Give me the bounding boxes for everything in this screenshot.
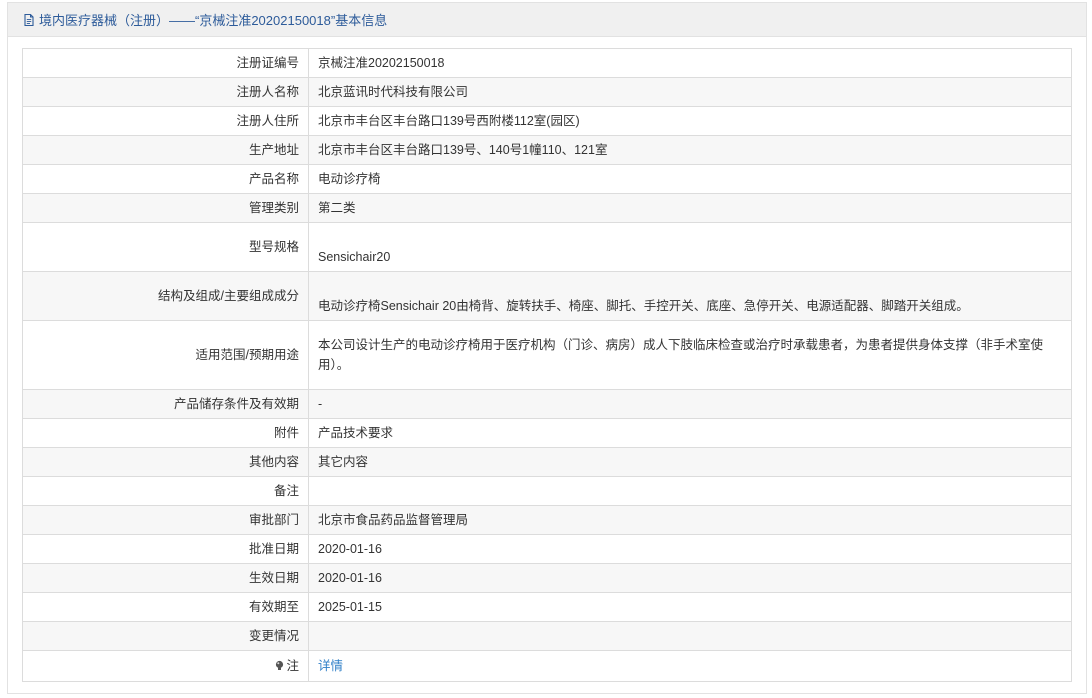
- row-label: 生效日期: [22, 563, 309, 593]
- row-label: 注: [286, 659, 299, 673]
- row-label: 备注: [22, 476, 309, 506]
- row-value: 其它内容: [308, 447, 1072, 477]
- table-row: 产品名称 电动诊疗椅: [22, 164, 1072, 194]
- row-value: 第二类: [308, 193, 1072, 223]
- document-icon: [22, 13, 36, 27]
- table-row: 产品储存条件及有效期 -: [22, 389, 1072, 419]
- row-label: 型号规格: [22, 222, 309, 272]
- table-row: 结构及组成/主要组成成分 电动诊疗椅Sensichair 20由椅背、旋转扶手、…: [22, 271, 1072, 321]
- bulb-icon: [274, 657, 285, 670]
- table-row: 有效期至 2025-01-15: [22, 592, 1072, 622]
- row-value: 电动诊疗椅Sensichair 20由椅背、旋转扶手、椅座、脚托、手控开关、底座…: [308, 271, 1072, 321]
- table-row: 管理类别 第二类: [22, 193, 1072, 223]
- row-label: 生产地址: [22, 135, 309, 165]
- row-value: 2025-01-15: [308, 592, 1072, 622]
- row-label: 批准日期: [22, 534, 309, 564]
- row-value: -: [308, 389, 1072, 419]
- row-value-cell: 详情: [308, 650, 1072, 682]
- row-value: 2020-01-16: [308, 534, 1072, 564]
- row-label: 适用范围/预期用途: [22, 320, 309, 390]
- row-value: [308, 621, 1072, 651]
- row-value: 电动诊疗椅: [308, 164, 1072, 194]
- row-label: 注册人名称: [22, 77, 309, 107]
- page-title: 境内医疗器械（注册）——“京械注准20202150018”基本信息: [39, 13, 388, 28]
- row-value: 2020-01-16: [308, 563, 1072, 593]
- row-value: Sensichair20: [308, 222, 1072, 272]
- row-label: 管理类别: [22, 193, 309, 223]
- row-value: 北京蓝讯时代科技有限公司: [308, 77, 1072, 107]
- row-value: 北京市食品药品监督管理局: [308, 505, 1072, 535]
- row-value: 本公司设计生产的电动诊疗椅用于医疗机构（门诊、病房）成人下肢临床检查或治疗时承载…: [308, 320, 1072, 390]
- table-row: 审批部门 北京市食品药品监督管理局: [22, 505, 1072, 535]
- info-table: 注册证编号 京械注准20202150018 注册人名称 北京蓝讯时代科技有限公司…: [22, 48, 1072, 682]
- panel-header: 境内医疗器械（注册）——“京械注准20202150018”基本信息: [8, 3, 1086, 37]
- row-label: 产品名称: [22, 164, 309, 194]
- table-row: 注册人名称 北京蓝讯时代科技有限公司: [22, 77, 1072, 107]
- table-row: 变更情况: [22, 621, 1072, 651]
- table-row: 注册人住所 北京市丰台区丰台路口139号西附楼112室(园区): [22, 106, 1072, 136]
- row-label: 注册证编号: [22, 48, 309, 78]
- row-value: 北京市丰台区丰台路口139号西附楼112室(园区): [308, 106, 1072, 136]
- row-label: 结构及组成/主要组成成分: [22, 271, 309, 321]
- row-value: [308, 476, 1072, 506]
- table-row: 型号规格 Sensichair20: [22, 222, 1072, 272]
- table-row: 其他内容 其它内容: [22, 447, 1072, 477]
- row-label: 有效期至: [22, 592, 309, 622]
- row-value: 京械注准20202150018: [308, 48, 1072, 78]
- row-value: 北京市丰台区丰台路口139号、140号1幢110、121室: [308, 135, 1072, 165]
- table-row: 生效日期 2020-01-16: [22, 563, 1072, 593]
- details-link[interactable]: 详情: [318, 659, 343, 673]
- note-label-cell: 注: [22, 650, 309, 682]
- row-label: 注册人住所: [22, 106, 309, 136]
- row-value: 产品技术要求: [308, 418, 1072, 448]
- row-label: 审批部门: [22, 505, 309, 535]
- table-row: 适用范围/预期用途 本公司设计生产的电动诊疗椅用于医疗机构（门诊、病房）成人下肢…: [22, 320, 1072, 390]
- table-row: 注 详情: [22, 650, 1072, 682]
- info-panel: 境内医疗器械（注册）——“京械注准20202150018”基本信息 注册证编号 …: [7, 2, 1087, 694]
- row-label: 其他内容: [22, 447, 309, 477]
- table-row: 备注: [22, 476, 1072, 506]
- row-label: 产品储存条件及有效期: [22, 389, 309, 419]
- table-row: 注册证编号 京械注准20202150018: [22, 48, 1072, 78]
- table-row: 生产地址 北京市丰台区丰台路口139号、140号1幢110、121室: [22, 135, 1072, 165]
- table-row: 附件 产品技术要求: [22, 418, 1072, 448]
- row-label: 变更情况: [22, 621, 309, 651]
- table-row: 批准日期 2020-01-16: [22, 534, 1072, 564]
- row-label: 附件: [22, 418, 309, 448]
